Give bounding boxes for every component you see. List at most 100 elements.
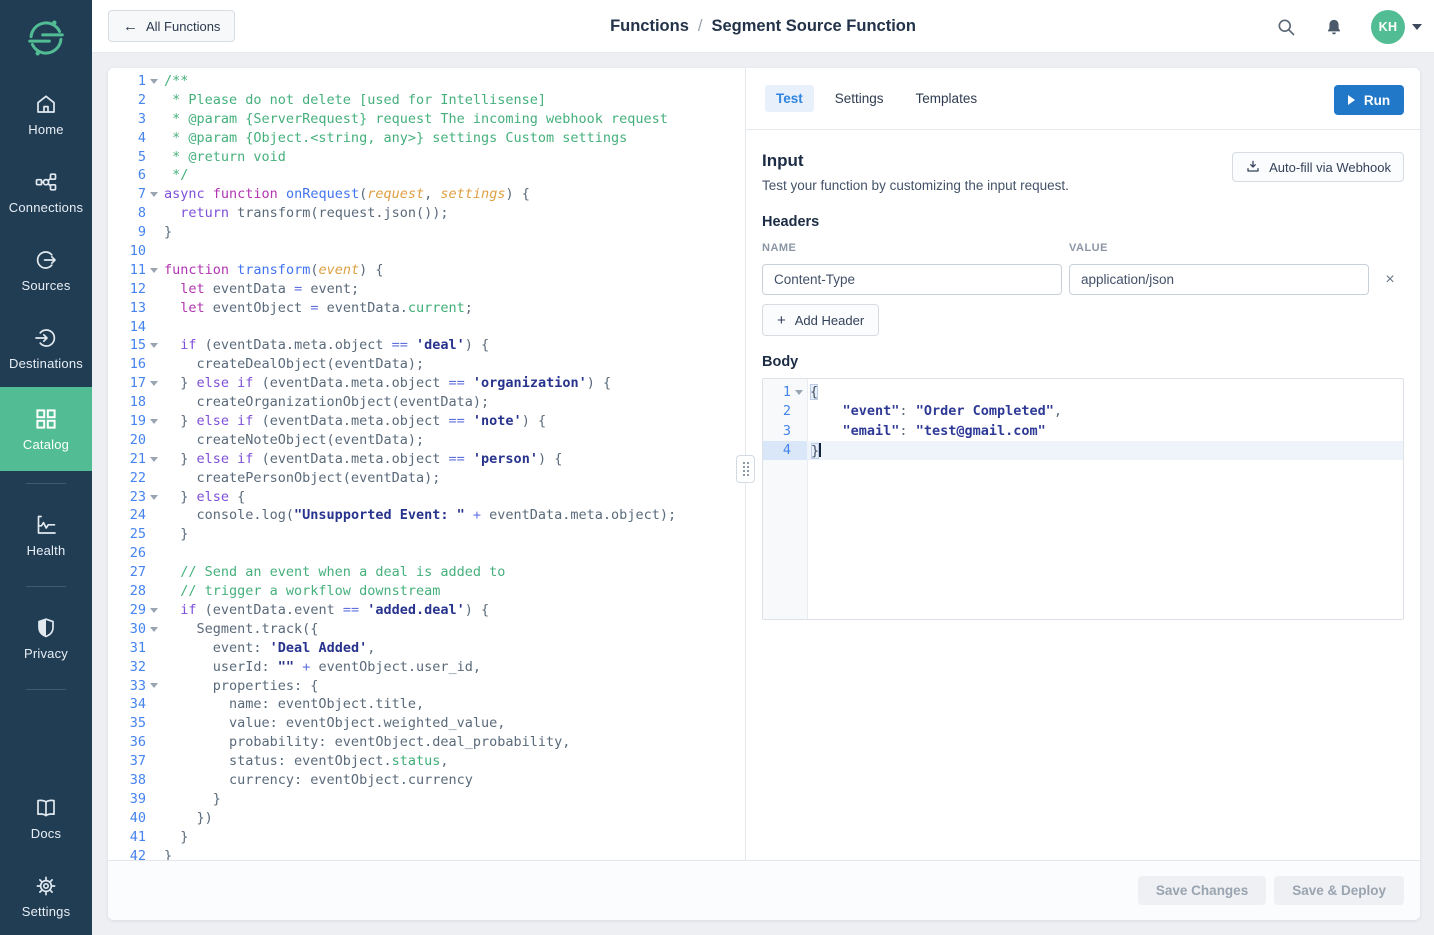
code-line[interactable]: 31 event: 'Deal Added', bbox=[108, 639, 745, 658]
code-line[interactable]: 40 }) bbox=[108, 809, 745, 828]
code-line[interactable]: 33 properties: { bbox=[108, 677, 745, 696]
notifications-bell-icon[interactable] bbox=[1323, 16, 1345, 38]
sidebar-item-home[interactable]: Home bbox=[0, 75, 92, 153]
code-line[interactable]: 4 * @param {Object.<string, any>} settin… bbox=[108, 129, 745, 148]
code-line[interactable]: 41 } bbox=[108, 828, 745, 847]
code-line[interactable]: 21 } else if (eventData.meta.object == '… bbox=[108, 450, 745, 469]
tab-test[interactable]: Test bbox=[765, 85, 814, 112]
sidebar-item-health[interactable]: Health bbox=[0, 496, 92, 574]
save-and-deploy-button[interactable]: Save & Deploy bbox=[1274, 876, 1404, 905]
sidebar-divider bbox=[26, 483, 66, 484]
code-line[interactable]: 39 } bbox=[108, 790, 745, 809]
all-functions-back-button[interactable]: ← All Functions bbox=[108, 10, 235, 42]
fold-marker-icon[interactable] bbox=[146, 450, 161, 469]
code-line[interactable]: 1{ bbox=[763, 383, 1403, 402]
code-line[interactable]: 4} bbox=[763, 441, 1403, 460]
add-header-button[interactable]: + Add Header bbox=[762, 304, 879, 336]
user-menu[interactable]: KH bbox=[1371, 10, 1422, 44]
code-line[interactable]: 29 if (eventData.event == 'added.deal') … bbox=[108, 601, 745, 620]
code-text: } bbox=[161, 223, 745, 242]
remove-header-icon[interactable]: × bbox=[1376, 266, 1404, 294]
sidebar-item-connections[interactable]: Connections bbox=[0, 153, 92, 231]
segment-logo-icon[interactable] bbox=[0, 0, 92, 58]
headers-section-title: Headers bbox=[762, 214, 819, 230]
code-line[interactable]: 7async function onRequest(request, setti… bbox=[108, 185, 745, 204]
code-text: } bbox=[161, 847, 745, 860]
code-line[interactable]: 36 probability: eventObject.deal_probabi… bbox=[108, 733, 745, 752]
code-line[interactable]: 14 bbox=[108, 318, 745, 337]
code-line[interactable]: 6 */ bbox=[108, 166, 745, 185]
fold-marker-icon[interactable] bbox=[146, 261, 161, 280]
sidebar-item-sources[interactable]: Sources bbox=[0, 231, 92, 309]
code-line[interactable]: 20 createNoteObject(eventData); bbox=[108, 431, 745, 450]
sidebar-item-docs[interactable]: Docs bbox=[0, 779, 92, 857]
sidebar-item-privacy[interactable]: Privacy bbox=[0, 599, 92, 677]
breadcrumb-parent[interactable]: Functions bbox=[610, 17, 689, 36]
line-number: 5 bbox=[108, 148, 146, 167]
code-line[interactable]: 22 createPersonObject(eventData); bbox=[108, 469, 745, 488]
code-line[interactable]: 17 } else if (eventData.meta.object == '… bbox=[108, 374, 745, 393]
code-editor[interactable]: 1/**2 * Please do not delete [used for I… bbox=[108, 68, 745, 860]
code-line[interactable]: 2 * Please do not delete [used for Intel… bbox=[108, 91, 745, 110]
code-line[interactable]: 34 name: eventObject.title, bbox=[108, 695, 745, 714]
code-line[interactable]: 27 // Send an event when a deal is added… bbox=[108, 563, 745, 582]
sidebar-item-settings[interactable]: Settings bbox=[0, 857, 92, 935]
header-value-input[interactable] bbox=[1069, 264, 1369, 295]
fold-marker-icon[interactable] bbox=[146, 72, 161, 91]
code-line[interactable]: 19 } else if (eventData.meta.object == '… bbox=[108, 412, 745, 431]
code-line[interactable]: 13 let eventObject = eventData.current; bbox=[108, 299, 745, 318]
code-line[interactable]: 5 * @return void bbox=[108, 148, 745, 167]
code-text: } else if (eventData.meta.object == 'per… bbox=[161, 450, 745, 469]
code-line[interactable]: 18 createOrganizationObject(eventData); bbox=[108, 393, 745, 412]
autofill-via-webhook-button[interactable]: Auto-fill via Webhook bbox=[1232, 152, 1404, 182]
save-changes-button[interactable]: Save Changes bbox=[1138, 876, 1266, 905]
line-number: 4 bbox=[108, 129, 146, 148]
code-line[interactable]: 16 createDealObject(eventData); bbox=[108, 355, 745, 374]
code-text: /** bbox=[161, 72, 745, 91]
tab-templates[interactable]: Templates bbox=[905, 85, 989, 112]
code-line[interactable]: 32 userId: "" + eventObject.user_id, bbox=[108, 658, 745, 677]
code-line[interactable]: 12 let eventData = event; bbox=[108, 280, 745, 299]
sidebar-item-destinations[interactable]: Destinations bbox=[0, 309, 92, 387]
header-name-input[interactable] bbox=[762, 264, 1062, 295]
fold-marker-icon[interactable] bbox=[146, 601, 161, 620]
avatar[interactable]: KH bbox=[1371, 10, 1405, 44]
footer-action-bar: Save Changes Save & Deploy bbox=[108, 860, 1420, 920]
code-line[interactable]: 28 // trigger a workflow downstream bbox=[108, 582, 745, 601]
fold-marker-icon[interactable] bbox=[146, 677, 161, 696]
code-line[interactable]: 10 bbox=[108, 242, 745, 261]
code-line[interactable]: 42} bbox=[108, 847, 745, 860]
fold-marker-icon[interactable] bbox=[146, 185, 161, 204]
code-line[interactable]: 35 value: eventObject.weighted_value, bbox=[108, 714, 745, 733]
code-line[interactable]: 2 "event": "Order Completed", bbox=[763, 402, 1403, 421]
code-line[interactable]: 9} bbox=[108, 223, 745, 242]
fold-marker-icon bbox=[146, 166, 161, 185]
gutter: 20 bbox=[108, 431, 161, 450]
code-line[interactable]: 25 } bbox=[108, 525, 745, 544]
search-icon[interactable] bbox=[1275, 16, 1297, 38]
code-line[interactable]: 23 } else { bbox=[108, 488, 745, 507]
code-line[interactable]: 26 bbox=[108, 544, 745, 563]
code-line[interactable]: 1/** bbox=[108, 72, 745, 91]
sidebar-item-catalog[interactable]: Catalog bbox=[0, 387, 92, 471]
run-button[interactable]: Run bbox=[1334, 85, 1404, 115]
fold-marker-icon[interactable] bbox=[146, 488, 161, 507]
code-line[interactable]: 24 console.log("Unsupported Event: " + e… bbox=[108, 506, 745, 525]
code-line[interactable]: 3 * @param {ServerRequest} request The i… bbox=[108, 110, 745, 129]
code-line[interactable]: 3 "email": "test@gmail.com" bbox=[763, 422, 1403, 441]
fold-marker-icon[interactable] bbox=[146, 374, 161, 393]
code-line[interactable]: 8 return transform(request.json()); bbox=[108, 204, 745, 223]
code-line[interactable]: 38 currency: eventObject.currency bbox=[108, 771, 745, 790]
fold-marker-icon bbox=[146, 752, 161, 771]
fold-marker-icon[interactable] bbox=[146, 412, 161, 431]
code-line[interactable]: 11function transform(event) { bbox=[108, 261, 745, 280]
code-line[interactable]: 37 status: eventObject.status, bbox=[108, 752, 745, 771]
fold-marker-icon[interactable] bbox=[146, 620, 161, 639]
body-json-editor[interactable]: 1{2 "event": "Order Completed",3 "email"… bbox=[762, 378, 1404, 620]
code-line[interactable]: 30 Segment.track({ bbox=[108, 620, 745, 639]
fold-marker-icon[interactable] bbox=[146, 336, 161, 355]
tab-settings[interactable]: Settings bbox=[824, 85, 895, 112]
code-line[interactable]: 15 if (eventData.meta.object == 'deal') … bbox=[108, 336, 745, 355]
resize-drag-handle-icon[interactable] bbox=[736, 455, 755, 483]
fold-marker-icon[interactable] bbox=[791, 383, 807, 402]
